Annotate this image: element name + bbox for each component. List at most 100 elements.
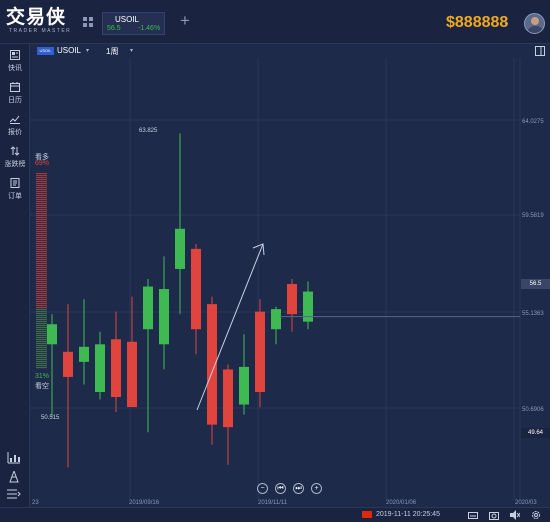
crosshair-price-tag: 49.64 — [521, 428, 550, 438]
sentiment-bar-segment — [36, 249, 47, 251]
sidebar-item-label: 订单 — [8, 193, 22, 200]
sentiment-bar-segment — [36, 291, 47, 293]
sentiment-bar-segment — [36, 361, 47, 363]
sentiment-bar-segment — [36, 191, 47, 193]
sentiment-bar-segment — [36, 281, 47, 283]
sentiment-bar-segment — [36, 309, 47, 311]
candle-body — [79, 346, 89, 362]
sidebar: 快讯 日历 报价 涨跌榜 订单 — [0, 44, 30, 522]
sentiment-bar-segment — [36, 311, 47, 313]
zoom-out-button[interactable]: − — [257, 483, 268, 494]
calendar-icon — [10, 82, 20, 92]
sentiment-bar-segment — [36, 193, 47, 195]
sidebar-item-orders[interactable]: 订单 — [0, 178, 30, 204]
sentiment-bar-segment — [36, 315, 47, 317]
mute-icon[interactable] — [510, 510, 520, 520]
sentiment-bar-segment — [36, 339, 47, 341]
sentiment-bar-segment — [36, 263, 47, 265]
sentiment-bar-segment — [36, 245, 47, 247]
menu-expand-icon[interactable] — [7, 488, 21, 500]
sentiment-bar-segment — [36, 183, 47, 185]
sentiment-bar-segment — [36, 363, 47, 365]
sentiment-bar-segment — [36, 185, 47, 187]
zoom-in-button[interactable]: + — [311, 483, 322, 494]
sentiment-bar-segment — [36, 293, 47, 295]
sentiment-bar-segment — [36, 341, 47, 343]
price-axis-label: 59.5819 — [522, 213, 544, 219]
sentiment-bar-segment — [36, 283, 47, 285]
sentiment-bar-segment — [36, 351, 47, 353]
sentiment-bar-segment — [36, 197, 47, 199]
sentiment-bar-segment — [36, 287, 47, 289]
pen-icon[interactable] — [7, 471, 21, 483]
sentiment-bar-segment — [36, 297, 47, 299]
sentiment-bar-segment — [36, 199, 47, 201]
sidebar-item-label: 涨跌榜 — [4, 161, 26, 168]
date-axis-label: 2020/03 — [515, 500, 537, 506]
sentiment-bar-segment — [36, 321, 47, 323]
chevron-down-icon[interactable]: ▾ — [130, 47, 133, 54]
indicator-icon[interactable] — [7, 452, 21, 464]
gear-icon[interactable] — [531, 510, 541, 520]
sentiment-bar-segment — [36, 231, 47, 233]
candle-body — [63, 351, 73, 377]
avatar-head — [531, 17, 539, 25]
symbol-tab-usoil[interactable]: USOIL 56.5 -1.46% — [102, 12, 165, 35]
quote-chart-icon — [10, 115, 20, 124]
scroll-start-button[interactable]: ⏮ — [275, 483, 286, 494]
sentiment-bar-segment — [36, 289, 47, 291]
price-axis-label: 55.1363 — [522, 311, 544, 317]
chevron-down-icon[interactable]: ▾ — [86, 47, 89, 54]
sentiment-bar-segment — [36, 235, 47, 237]
sentiment-bar-segment — [36, 257, 47, 259]
account-balance[interactable]: $888888 — [446, 14, 508, 32]
chevron-down-icon[interactable]: ⌄ — [503, 18, 510, 27]
layout-toggle-icon[interactable] — [535, 46, 545, 56]
sentiment-bar-segment — [36, 367, 47, 369]
date-axis-label: 23 — [32, 500, 39, 506]
candle-body — [95, 344, 105, 393]
keyboard-icon[interactable] — [468, 510, 478, 520]
sentiment-bar-segment — [36, 259, 47, 261]
app-logo: 交易侠 TRADER MASTER — [6, 6, 76, 38]
sentiment-bar-segment — [36, 253, 47, 255]
candlestick-chart[interactable] — [30, 58, 550, 500]
sentiment-bar-segment — [36, 239, 47, 241]
scroll-end-button[interactable]: ⏭ — [293, 483, 304, 494]
sentiment-bar-segment — [36, 229, 47, 231]
sentiment-bar-segment — [36, 357, 47, 359]
sentiment-bar-segment — [36, 343, 47, 345]
sentiment-bar-segment — [36, 327, 47, 329]
sentiment-bar-segment — [36, 317, 47, 319]
sentiment-bar-segment — [36, 221, 47, 223]
low-annotation: 50.515 — [41, 415, 60, 421]
sentiment-bar-segment — [36, 211, 47, 213]
sentiment-bar-segment — [36, 203, 47, 205]
sentiment-bar-segment — [36, 173, 47, 175]
grid-menu-icon[interactable] — [83, 17, 93, 27]
sidebar-item-quotes[interactable]: 报价 — [0, 114, 30, 140]
timeframe-selector[interactable]: 1周 — [106, 46, 118, 57]
china-flag-icon — [362, 511, 372, 518]
sentiment-bar-segment — [36, 269, 47, 271]
candle-body — [111, 339, 121, 398]
sidebar-item-flash-news[interactable]: 快讯 — [0, 50, 30, 76]
sidebar-item-calendar[interactable]: 日历 — [0, 82, 30, 108]
sentiment-bar-segment — [36, 227, 47, 229]
sentiment-bar-segment — [36, 359, 47, 361]
avatar[interactable] — [524, 13, 545, 34]
flash-news-icon — [10, 50, 20, 60]
camera-icon[interactable] — [489, 510, 499, 520]
sentiment-bar-segment — [36, 295, 47, 297]
sidebar-item-movers[interactable]: 涨跌榜 — [0, 146, 30, 172]
sentiment-bar-segment — [36, 299, 47, 301]
price-axis-label: 64.0275 — [522, 119, 544, 125]
candle-body — [239, 366, 249, 405]
chart-header: USOIL USOIL ▾ 1周 ▾ — [30, 44, 550, 58]
add-tab-button[interactable]: + — [180, 12, 190, 30]
candle-body — [303, 291, 313, 322]
sentiment-bar-segment — [36, 219, 47, 221]
chart-canvas[interactable] — [30, 58, 550, 500]
chart-symbol[interactable]: USOIL — [57, 46, 81, 55]
candle-body — [47, 324, 57, 345]
